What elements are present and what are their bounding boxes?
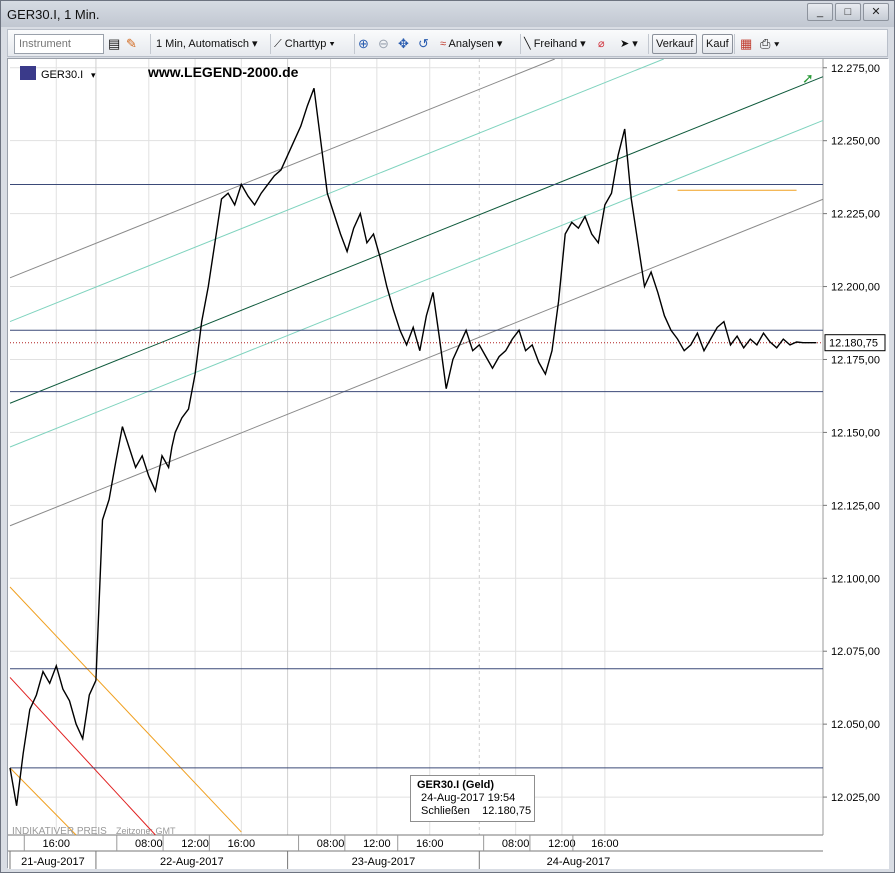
y-tick-label: 12.200,00 <box>831 282 880 294</box>
print-icon[interactable]: ⎙ ▾ <box>760 34 779 54</box>
trend-up-icon[interactable]: ➚ <box>802 70 814 86</box>
line-chart-icon: ⟋ <box>274 38 282 50</box>
last-price-tag-label: 12.180,75 <box>829 338 878 350</box>
tooltip-datetime: 24-Aug-2017 19:54 <box>421 792 516 804</box>
x-time-label: 12:00 <box>363 838 391 850</box>
trend-channels <box>9 58 824 836</box>
move-icon[interactable]: ✥ <box>398 34 409 54</box>
minimize-button[interactable]: _ <box>807 3 833 21</box>
freihand-menu[interactable]: ╲ Freihand ▾ <box>524 34 586 54</box>
x-time-label: 08:00 <box>317 838 345 850</box>
y-tick-label: 12.075,00 <box>831 646 880 658</box>
trend-channel-line <box>9 120 824 448</box>
falling-channel-line <box>9 586 242 833</box>
x-time-label: 16:00 <box>591 838 619 850</box>
instrument-list-icon[interactable]: ▤ <box>108 34 120 54</box>
grid <box>10 59 823 835</box>
chevron-down-icon: ▾ <box>252 38 258 50</box>
charttype-menu[interactable]: ⟋ Charttyp ▾ <box>274 34 335 54</box>
trend-channel-line <box>9 58 664 323</box>
instrument-input[interactable] <box>14 34 104 54</box>
chart-window-icon[interactable]: ▦ <box>740 34 752 54</box>
cursor-icon[interactable]: ➤ ▾ <box>620 34 638 54</box>
price-line <box>9 87 817 806</box>
y-tick-label: 12.025,00 <box>831 792 880 804</box>
trend-channel-line <box>9 198 824 527</box>
chevron-down-icon[interactable]: ▾ <box>91 70 96 80</box>
symbol-label[interactable]: GER30.I <box>41 69 83 81</box>
tooltip-close-label: Schließen <box>421 805 470 817</box>
x-time-label: 16:00 <box>228 838 256 850</box>
separator <box>520 34 521 54</box>
x-time-label: 16:00 <box>416 838 444 850</box>
x-time-label: 08:00 <box>135 838 163 850</box>
chart-labels: GER30.I ▾ www.LEGEND-2000.de ➚ INDIKATIV… <box>12 64 814 837</box>
separator <box>270 34 271 54</box>
y-tick-label: 12.050,00 <box>831 719 880 731</box>
separator <box>150 34 151 54</box>
x-time-label: 12:00 <box>181 838 209 850</box>
separator <box>734 34 735 54</box>
analysis-icon: ≈ <box>440 38 447 50</box>
window-title: GER30.I, 1 Min. <box>7 7 100 22</box>
draw-line-icon: ╲ <box>524 38 531 50</box>
x-time-label: 12:00 <box>548 838 576 850</box>
separator <box>354 34 355 54</box>
x-time-label: 08:00 <box>502 838 530 850</box>
x-date-label: 23-Aug-2017 <box>352 856 416 868</box>
x-axis: 16:00 08:00 12:00 16:00 08:00 12:00 16:00 08:00… <box>8 834 823 869</box>
title-bar[interactable]: GER30.I, 1 Min. _ □ ✕ <box>1 1 894 27</box>
y-tick-label: 12.250,00 <box>831 136 880 148</box>
maximize-button[interactable]: □ <box>835 3 861 21</box>
indicator-icon[interactable]: ✎ <box>126 34 137 54</box>
freihand-label: Freihand <box>533 38 578 50</box>
price-chart[interactable]: 16:00 08:00 12:00 16:00 08:00 12:00 16:00 08:00… <box>8 58 889 869</box>
y-tick-label: 12.125,00 <box>831 500 880 512</box>
tooltip-title: GER30.I (Geld) <box>417 779 495 791</box>
x-date-label: 21-Aug-2017 <box>21 856 85 868</box>
x-time-label: 16:00 <box>43 838 71 850</box>
timezone-note: Zeitzone: GMT <box>116 826 176 836</box>
charttype-label: Charttyp <box>284 38 327 50</box>
interval-select[interactable]: 1 Min, Automatisch ▾ <box>156 34 258 54</box>
indicative-price-note: INDIKATIVER PREIS <box>12 826 107 837</box>
symbol-icon <box>20 66 36 80</box>
eraser-icon[interactable]: ⌀ <box>598 34 605 54</box>
chart-window: GER30.I, 1 Min. _ □ ✕ ▤ ✎ 1 Min, Automat… <box>0 0 895 873</box>
analysen-label: Analysen <box>448 38 494 50</box>
separator <box>648 34 649 54</box>
x-date-label: 24-Aug-2017 <box>547 856 611 868</box>
scale-label: Automatisch <box>188 38 249 50</box>
tooltip-close-value: 12.180,75 <box>482 805 532 817</box>
price-series <box>9 87 817 806</box>
y-tick-label: 12.275,00 <box>831 63 880 75</box>
zoom-out-icon[interactable]: ⊖ <box>378 34 389 54</box>
interval-label: 1 Min, <box>156 38 186 50</box>
buy-button[interactable]: Kauf <box>702 34 733 54</box>
chevron-down-icon: ▾ <box>580 38 586 50</box>
price-tooltip: GER30.I (Geld) 24-Aug-2017 19:54 Schließ… <box>410 775 535 822</box>
chart-area[interactable]: 16:00 08:00 12:00 16:00 08:00 12:00 16:00 08:00… <box>7 58 889 869</box>
y-axis-panel <box>823 59 889 869</box>
trend-channel-line <box>9 76 824 404</box>
y-tick-label: 12.225,00 <box>831 209 880 221</box>
analysen-menu[interactable]: ≈ Analysen ▾ <box>440 34 502 54</box>
x-date-label: 22-Aug-2017 <box>160 856 224 868</box>
sell-button[interactable]: Verkauf <box>652 34 698 54</box>
close-button[interactable]: ✕ <box>863 3 889 21</box>
refresh-icon[interactable]: ↺ <box>418 34 429 54</box>
falling-channel-line <box>9 677 156 836</box>
chart-toolbar: ▤ ✎ 1 Min, Automatisch ▾ ⟋ Charttyp ▾ ⊕ … <box>7 29 888 57</box>
horizontal-levels <box>10 183 823 769</box>
chevron-down-icon: ▾ <box>496 38 503 50</box>
watermark: www.LEGEND-2000.de <box>147 64 299 80</box>
y-axis: 12.025,00 12.050,00 12.075,00 12.100,00 12.1… <box>822 59 889 869</box>
y-tick-label: 12.150,00 <box>831 427 880 439</box>
tooltip-close-row: Schließen 12.180,75 <box>417 805 532 818</box>
y-tick-label: 12.100,00 <box>831 573 880 585</box>
chevron-down-icon: ▾ <box>329 38 335 50</box>
zoom-in-icon[interactable]: ⊕ <box>358 34 369 54</box>
y-tick-label: 12.175,00 <box>831 354 880 366</box>
